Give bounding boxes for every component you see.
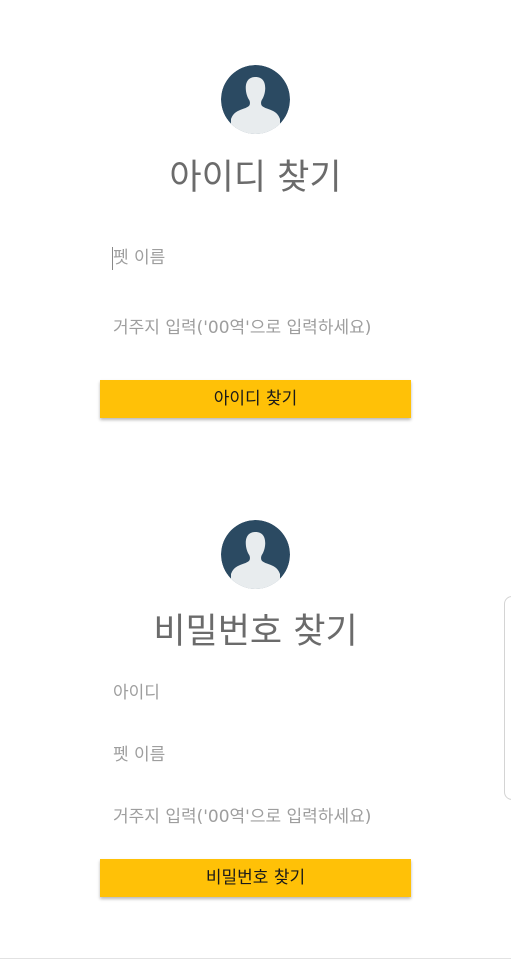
find-id-address-input[interactable] xyxy=(100,308,411,348)
find-password-title: 비밀번호 찾기 xyxy=(153,612,358,652)
bottom-divider xyxy=(0,958,511,959)
text-cursor xyxy=(112,247,113,270)
find-id-pet-name-input[interactable] xyxy=(100,238,411,278)
find-password-address-input[interactable] xyxy=(100,797,411,837)
find-password-id-input[interactable] xyxy=(100,673,411,713)
find-id-button[interactable]: 아이디 찾기 xyxy=(100,380,411,418)
find-id-avatar-icon xyxy=(221,65,290,134)
edge-panel-handle[interactable] xyxy=(504,596,511,800)
find-id-title: 아이디 찾기 xyxy=(169,158,342,198)
find-password-button[interactable]: 비밀번호 찾기 xyxy=(100,859,411,897)
find-password-pet-name-input[interactable] xyxy=(100,735,411,775)
find-password-avatar-icon xyxy=(221,520,290,589)
